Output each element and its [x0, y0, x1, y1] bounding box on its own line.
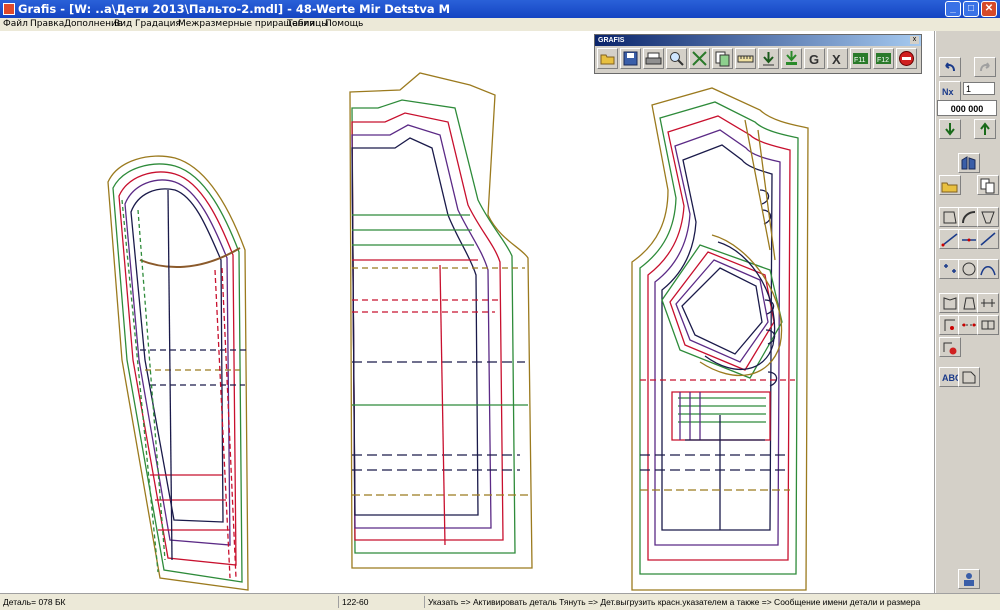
arrow-up-step-icon[interactable] — [974, 119, 996, 139]
menu-edit[interactable]: Правка — [30, 19, 64, 29]
piece-tool-3-icon[interactable] — [977, 207, 999, 227]
x-icon[interactable]: X — [827, 48, 848, 69]
sleeve-pattern — [107, 155, 250, 591]
front-pattern — [631, 87, 809, 591]
svg-text:X: X — [832, 52, 841, 67]
user-tool-icon[interactable] — [958, 569, 980, 589]
svg-text:F11: F11 — [854, 57, 866, 64]
nx-icon[interactable]: Nx — [939, 81, 961, 101]
curve-tool-icon[interactable] — [977, 259, 999, 279]
close-button[interactable]: ✕ — [981, 1, 997, 17]
pattern-pieces-icon[interactable] — [958, 153, 980, 173]
zoom-icon[interactable] — [666, 48, 687, 69]
toolbar-close-button[interactable]: x — [910, 36, 919, 44]
menu-file[interactable]: Файл — [3, 19, 28, 29]
svg-text:G: G — [809, 52, 819, 67]
drawing-canvas[interactable] — [0, 31, 935, 593]
f11-icon[interactable]: F11 — [850, 48, 871, 69]
back-pattern — [349, 72, 533, 569]
toolbar-caption[interactable]: GRAFIS x — [595, 35, 921, 46]
copy-piece-icon[interactable] — [977, 175, 999, 195]
minimize-button[interactable]: _ — [945, 1, 961, 17]
open-pattern-icon[interactable] — [939, 175, 961, 195]
ruler-icon[interactable] — [735, 48, 756, 69]
g-icon[interactable]: G — [804, 48, 825, 69]
arrow-down-icon[interactable] — [758, 48, 779, 69]
redo-icon[interactable] — [974, 57, 996, 77]
title-bar: Grafis - [W: ..а\Дети 2013\Пальто-2.mdl]… — [0, 0, 1000, 18]
window-title: Grafis - [W: ..а\Дети 2013\Пальто-2.mdl]… — [18, 2, 451, 16]
delete-piece-icon[interactable] — [939, 337, 961, 357]
f12-icon[interactable]: F12 — [873, 48, 894, 69]
piece-edit-3-icon[interactable] — [977, 293, 999, 313]
arrow-down-step-icon[interactable] — [939, 119, 961, 139]
notch-tool-icon[interactable] — [977, 315, 999, 335]
status-bar: Деталь= 078 БК 122-60 Указать => Активир… — [0, 593, 1000, 610]
copy-icon[interactable] — [712, 48, 733, 69]
app-icon[interactable] — [3, 3, 15, 15]
open-folder-icon[interactable] — [597, 48, 618, 69]
step-input[interactable]: 1 — [963, 82, 995, 95]
status-coords: 122-60 — [338, 596, 424, 608]
fit-view-icon[interactable] — [689, 48, 710, 69]
menu-grading[interactable]: Градация — [135, 19, 181, 29]
label-tool-icon[interactable] — [958, 367, 980, 387]
undo-icon[interactable] — [939, 57, 961, 77]
status-detail: Деталь= 078 БК — [3, 597, 66, 607]
menu-bar: Файл Правка Дополнение Вид Градация Межр… — [0, 18, 1000, 31]
stop-icon[interactable] — [896, 48, 917, 69]
pattern-drawing — [107, 72, 809, 591]
grafis-floating-toolbar[interactable]: GRAFIS x G X F11 F12 — [594, 34, 922, 74]
svg-text:Nx: Nx — [942, 87, 954, 97]
menu-view[interactable]: Вид — [114, 19, 132, 29]
toolbar-caption-text: GRAFIS — [598, 37, 625, 44]
status-hint: Указать => Активировать деталь Тянуть =>… — [424, 596, 1000, 608]
menu-tables[interactable]: Таблицы — [287, 19, 328, 29]
print-icon[interactable] — [643, 48, 664, 69]
size-counter: 000 000 — [937, 100, 997, 116]
menu-help[interactable]: Помощь — [325, 19, 363, 29]
line-tool-3-icon[interactable] — [977, 229, 999, 249]
arrow-down-green-icon[interactable] — [781, 48, 802, 69]
maximize-button[interactable]: □ — [963, 1, 979, 17]
svg-text:F12: F12 — [877, 57, 889, 64]
save-icon[interactable] — [620, 48, 641, 69]
